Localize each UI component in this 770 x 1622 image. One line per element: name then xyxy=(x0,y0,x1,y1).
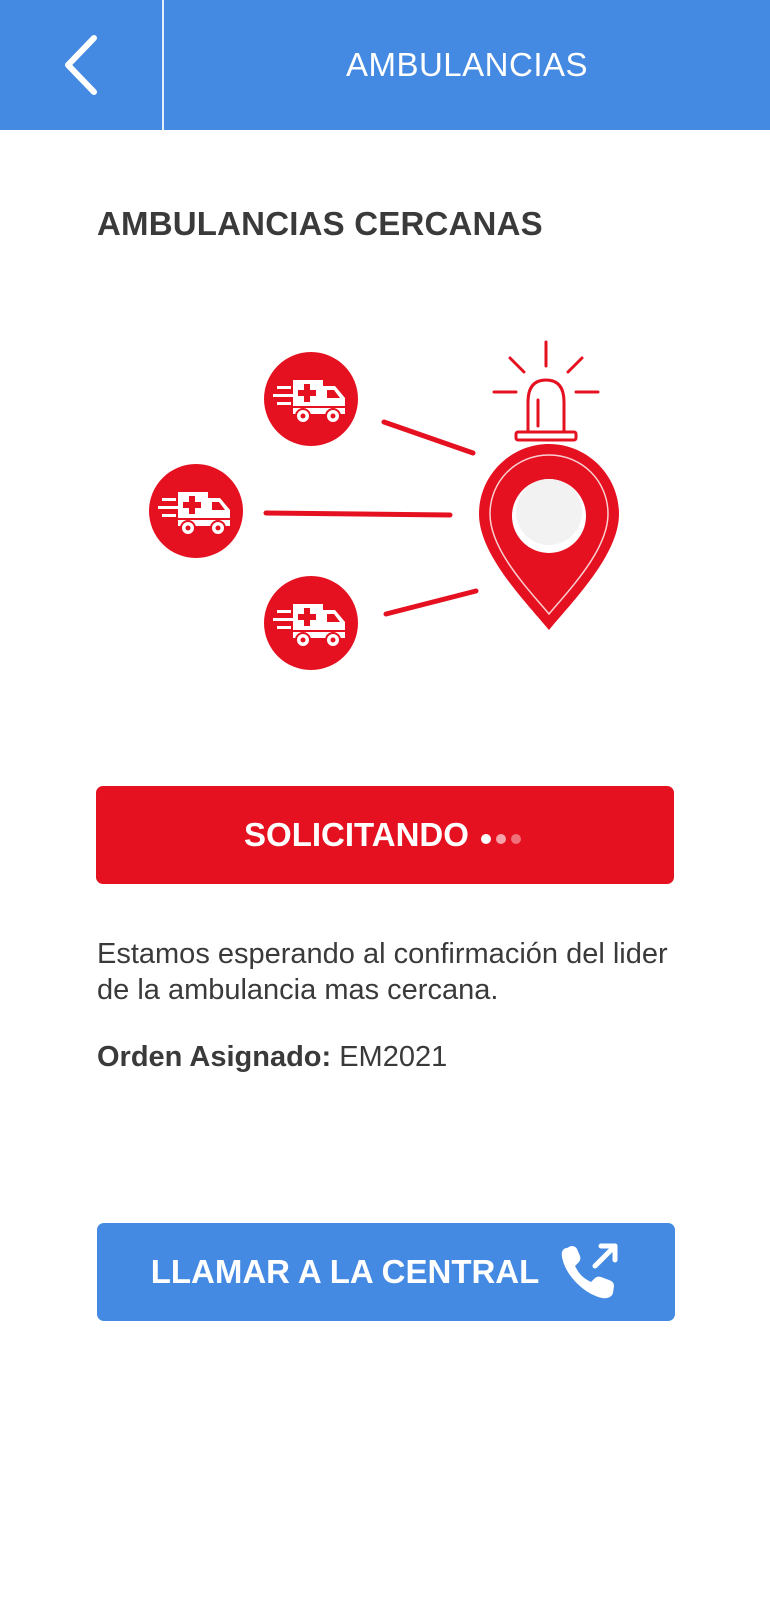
back-button[interactable] xyxy=(0,0,163,130)
call-central-label: LLAMAR A LA CENTRAL xyxy=(150,1253,540,1290)
page-title: AMBULANCIAS xyxy=(345,46,589,83)
connection-line xyxy=(381,419,476,456)
loading-dot xyxy=(510,834,521,844)
ambulance-icon xyxy=(149,464,243,558)
loading-dot xyxy=(495,834,506,844)
loading-dot xyxy=(480,834,491,844)
ambulance-icon xyxy=(264,576,358,670)
waiting-message: Estamos esperando al confirmación del li… xyxy=(97,938,668,1006)
siren-icon xyxy=(492,340,600,442)
location-pin-icon xyxy=(479,444,619,630)
requesting-button[interactable]: SOLICITANDO xyxy=(96,786,674,884)
connection-line xyxy=(263,510,453,518)
app-header: AMBULANCIAS xyxy=(0,0,770,130)
loading-dots xyxy=(480,834,526,844)
chevron-left-icon xyxy=(64,35,97,95)
call-central-button[interactable]: LLAMAR A LA CENTRAL xyxy=(97,1223,675,1321)
phone-outgoing-icon xyxy=(559,1242,621,1302)
order-info: Orden Asignado: EM2021 xyxy=(97,1041,447,1074)
ambulance-icon xyxy=(264,352,358,446)
order-label: Orden Asignado: xyxy=(97,1041,332,1073)
order-value: EM2021 xyxy=(339,1041,448,1073)
section-title: AMBULANCIAS CERCANAS xyxy=(97,205,543,242)
connection-line xyxy=(383,588,479,617)
requesting-label: SOLICITANDO xyxy=(244,816,469,853)
nearby-ambulances-illustration xyxy=(149,340,619,670)
